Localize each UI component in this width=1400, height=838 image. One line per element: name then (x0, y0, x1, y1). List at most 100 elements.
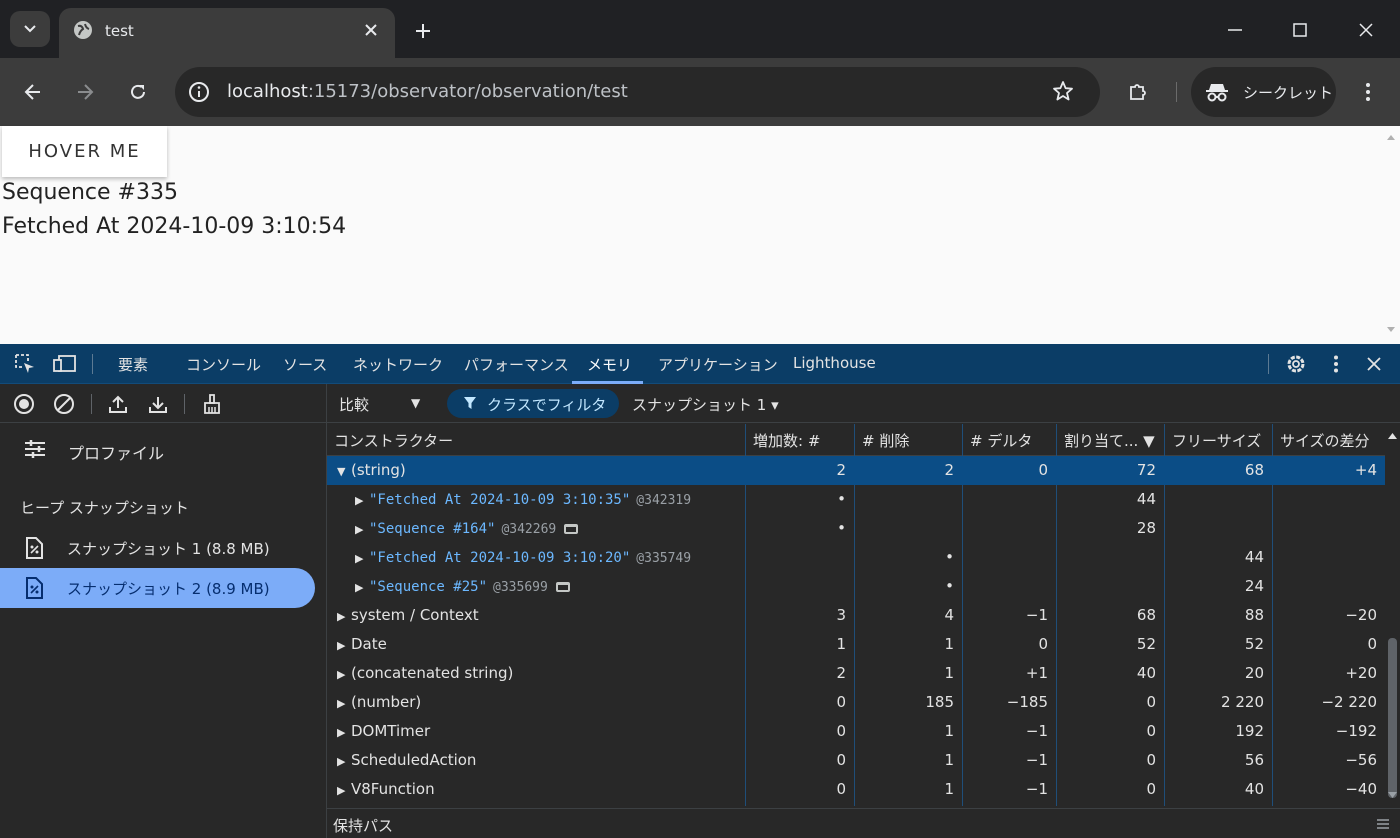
record-icon (14, 394, 34, 414)
expand-right-icon[interactable]: ▶ (337, 726, 351, 739)
collect-garbage-button[interactable] (200, 392, 224, 416)
hover-me-button[interactable]: HOVER ME (2, 126, 167, 177)
cell-size-delta: −2 220 (1321, 693, 1377, 711)
expand-right-icon[interactable]: ▶ (337, 668, 351, 681)
expand-right-icon[interactable]: ▶ (337, 755, 351, 768)
table-row[interactable]: ▶ "Sequence #25" @335699 • 24 (327, 572, 1385, 601)
constructor-name: (number) (351, 693, 422, 711)
device-toolbar-button[interactable] (53, 352, 77, 376)
table-row[interactable]: ▶ "Fetched At 2024-10-09 3:10:35" @342319 •… (327, 485, 1385, 514)
take-snapshot-button[interactable] (12, 392, 36, 416)
reload-button[interactable] (122, 76, 154, 108)
address-bar[interactable]: localhost:15173/observator/observation/t… (175, 67, 1100, 117)
extensions-button[interactable] (1122, 76, 1154, 108)
inspect-element-button[interactable] (13, 352, 37, 376)
browser-menu-button[interactable] (1352, 76, 1384, 108)
sidebar-item-profiles[interactable]: プロファイル (0, 432, 327, 468)
scroll-up-icon[interactable] (1386, 134, 1396, 141)
table-row[interactable]: ▶ (concatenated string) 2 1 +1 40 20 +20 (327, 659, 1385, 688)
grid-header: コンストラクター 増加数: # # 削除 # デルタ 割り当て... ▼ フリー… (327, 424, 1385, 456)
column-header-freed-size[interactable]: フリーサイズ (1164, 424, 1272, 456)
tab-elements[interactable]: 要素 (118, 354, 148, 375)
expand-right-icon[interactable]: ▶ (355, 552, 369, 565)
expand-right-icon[interactable]: ▶ (355, 494, 369, 507)
tab-sources[interactable]: ソース (283, 354, 327, 375)
forward-button[interactable] (69, 76, 101, 108)
expand-right-icon[interactable]: ▶ (337, 784, 351, 797)
close-window-button[interactable] (1346, 14, 1386, 46)
column-header-deleted[interactable]: # 削除 (854, 424, 962, 456)
back-button[interactable] (17, 76, 49, 108)
cell-constructor: ▶ "Fetched At 2024-10-09 3:10:35" @342319 (355, 485, 765, 514)
table-row[interactable]: ▶ ScheduledAction 0 1 −1 0 56 −56 (327, 746, 1385, 775)
settings-button[interactable] (1284, 352, 1308, 376)
save-profile-button[interactable] (146, 392, 170, 416)
browser-toolbar: localhost:15173/observator/observation/t… (0, 58, 1400, 126)
table-row[interactable]: ▼ (string) 2 2 0 72 68 +4 (327, 456, 1385, 485)
table-row[interactable]: ▶ "Sequence #164" @342269 • 28 (327, 514, 1385, 543)
cell-size-delta (1272, 572, 1385, 601)
tab-search-button[interactable] (10, 11, 50, 47)
clear-profiles-button[interactable] (52, 392, 76, 416)
tab-lighthouse[interactable]: Lighthouse (793, 354, 876, 372)
column-header-size-delta[interactable]: サイズの差分 (1272, 424, 1385, 456)
expand-down-icon[interactable]: ▼ (337, 465, 351, 478)
table-row[interactable]: ▶ "Fetched At 2024-10-09 3:10:20" @335749 •… (327, 543, 1385, 572)
tab-network[interactable]: ネットワーク (353, 354, 443, 375)
grid-scrollbar[interactable] (1385, 424, 1400, 806)
tab-performance[interactable]: パフォーマンス (464, 354, 569, 375)
minimize-button[interactable] (1215, 14, 1255, 46)
new-tab-button[interactable] (408, 16, 438, 46)
column-header-constructor[interactable]: コンストラクター (327, 424, 745, 456)
scrollbar-thumb[interactable] (1388, 638, 1397, 798)
devtools-menu-button[interactable] (1324, 352, 1348, 376)
cell-size-delta: −40 (1345, 780, 1377, 798)
snapshot-label: スナップショット 1 (8.8 MB) (67, 540, 270, 558)
devtools-tab-bar: 要素 コンソール ソース ネットワーク パフォーマンス メモリ アプリケーション… (0, 344, 1400, 384)
inspect-cursor-icon (15, 354, 34, 373)
table-row[interactable]: ▶ V8Function 0 1 −1 0 40 −40 (327, 775, 1385, 804)
browser-tab[interactable]: test (59, 8, 395, 58)
cell-alloc-size: 44 (1136, 490, 1156, 508)
constructor-name: system / Context (351, 606, 479, 624)
tab-memory[interactable]: メモリ (587, 354, 632, 375)
table-row[interactable]: ▶ (number) 0 185 −185 0 2 220 −2 220 (327, 688, 1385, 717)
incognito-indicator[interactable]: シークレット (1191, 67, 1336, 117)
page-scrollbar[interactable] (1382, 126, 1400, 344)
expand-right-icon[interactable]: ▶ (337, 639, 351, 652)
view-mode-select[interactable]: 比較 (339, 394, 369, 415)
tab-console[interactable]: コンソール (186, 354, 261, 375)
tune-icon (25, 440, 45, 458)
toolbar-divider (184, 394, 185, 414)
expand-right-icon[interactable]: ▶ (355, 523, 369, 536)
table-row[interactable]: ▶ Date 1 1 0 52 52 0 (327, 630, 1385, 659)
snapshot-2-item[interactable]: スナップショット 2 (8.9 MB) (0, 568, 315, 608)
close-devtools-button[interactable] (1362, 352, 1386, 376)
caret-down-icon[interactable]: ▼ (411, 396, 420, 410)
cell-size-delta: −192 (1335, 722, 1377, 740)
load-profile-button[interactable] (106, 392, 130, 416)
tab-application[interactable]: アプリケーション (658, 354, 778, 375)
tab-close-button[interactable] (359, 18, 383, 42)
class-filter-input[interactable]: クラスでフィルタ (447, 389, 619, 418)
table-row[interactable]: ▶ DOMTimer 0 1 −1 0 192 −192 (327, 717, 1385, 746)
snapshot-1-item[interactable]: スナップショット 1 (8.8 MB) (0, 528, 315, 568)
expand-right-icon[interactable]: ▶ (355, 581, 369, 594)
maximize-button[interactable] (1280, 14, 1320, 46)
scroll-down-icon[interactable] (1387, 791, 1398, 799)
retainers-panel-header[interactable]: 保持パス (327, 808, 1400, 838)
drag-handle-icon[interactable] (1376, 818, 1390, 830)
scroll-down-icon[interactable] (1386, 326, 1396, 333)
url-text[interactable]: localhost:15173/observator/observation/t… (227, 81, 628, 102)
column-header-alloc-size[interactable]: 割り当て... ▼ (1056, 424, 1164, 456)
info-icon[interactable] (187, 80, 211, 104)
scroll-up-icon[interactable] (1387, 432, 1398, 440)
column-header-delta[interactable]: # デルタ (962, 424, 1056, 456)
star-icon[interactable] (1051, 79, 1075, 103)
expand-right-icon[interactable]: ▶ (337, 697, 351, 710)
base-snapshot-select[interactable]: スナップショット 1 ▾ (632, 394, 779, 415)
cell-new: 0 (836, 780, 846, 798)
expand-right-icon[interactable]: ▶ (337, 610, 351, 623)
table-row[interactable]: ▶ system / Context 3 4 −1 68 88 −20 (327, 601, 1385, 630)
column-header-new[interactable]: 増加数: # (745, 424, 854, 456)
